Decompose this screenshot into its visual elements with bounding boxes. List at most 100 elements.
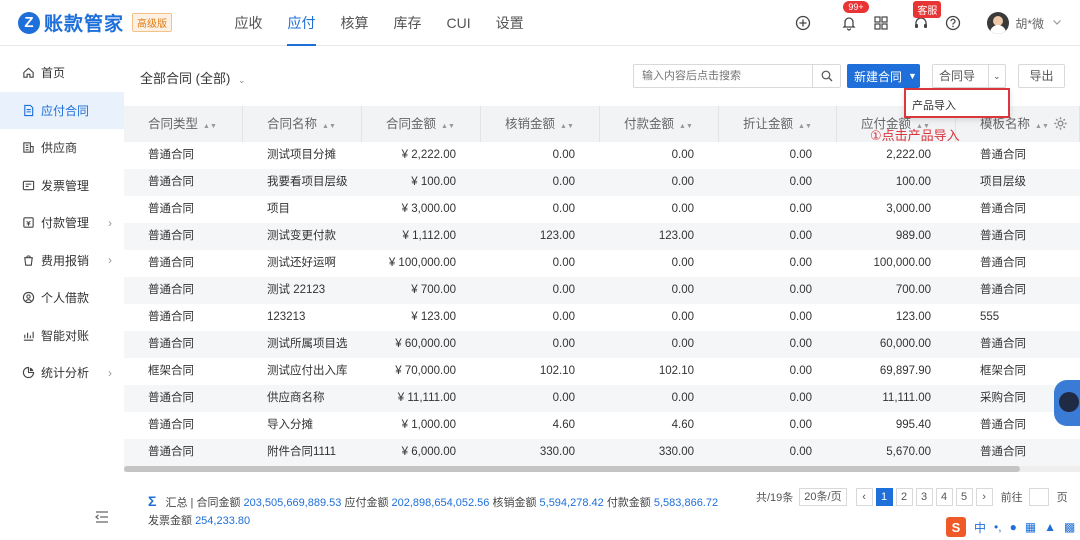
microphone-icon[interactable]: ●: [1010, 520, 1017, 534]
user-avatar[interactable]: [987, 12, 1010, 34]
keyboard-icon[interactable]: ▦: [1025, 520, 1036, 534]
table-cell: 0.00: [671, 311, 694, 323]
new-contract-button[interactable]: 新建合同 ▼: [847, 64, 920, 88]
next-page-button[interactable]: ›: [975, 488, 993, 506]
nav-receivable[interactable]: 应收: [222, 0, 275, 46]
gear-icon[interactable]: [1053, 116, 1068, 134]
help-icon[interactable]: [941, 11, 965, 35]
table-cell[interactable]: 我要看项目层级: [243, 169, 362, 196]
page-5-button[interactable]: 5: [955, 488, 973, 506]
goto-page-input[interactable]: [1028, 488, 1049, 506]
sort-icon[interactable]: ▲▼: [679, 123, 693, 130]
sort-icon[interactable]: ▲▼: [322, 123, 336, 130]
column-header[interactable]: 付款金额 ▲▼: [600, 106, 719, 142]
table-cell[interactable]: 项目: [243, 196, 362, 223]
sidebar-item-payment[interactable]: 付款管理 ›: [0, 204, 124, 242]
sidebar-item-invoice[interactable]: 发票管理: [0, 167, 124, 205]
floating-assistant-widget[interactable]: [1054, 380, 1080, 426]
nav-payable[interactable]: 应付: [275, 0, 328, 46]
table-cell[interactable]: 测试项目分摊: [243, 142, 362, 169]
nav-settings[interactable]: 设置: [483, 0, 536, 46]
table-row[interactable]: 框架合同 测试应付出入库 ¥ 70,000.00 102.10 102.10 0.00 69…: [124, 358, 1080, 385]
table-row[interactable]: 普通合同 测试变更付款 ¥ 1,112.00 123.00 123.00 0.00 989.…: [124, 223, 1080, 250]
table-cell: 0.00: [552, 257, 575, 269]
table-cell[interactable]: 测试 22123: [243, 277, 362, 304]
table-row[interactable]: 普通合同 供应商名称 ¥ 11,111.00 0.00 0.00 0.00 11,111.0…: [124, 385, 1080, 412]
column-header[interactable]: 合同名称 ▲▼: [243, 106, 362, 142]
chart-icon: [22, 367, 35, 379]
table-cell[interactable]: 测试还好运啊: [243, 250, 362, 277]
sort-icon[interactable]: ▲▼: [441, 123, 455, 130]
table-row[interactable]: 普通合同 测试项目分摊 ¥ 2,222.00 0.00 0.00 0.00 2,222.00…: [124, 142, 1080, 169]
table-cell[interactable]: 供应商名称: [243, 385, 362, 412]
table-cell[interactable]: 测试变更付款: [243, 223, 362, 250]
product-import-option[interactable]: 产品导入: [912, 97, 956, 113]
sort-icon[interactable]: ▲▼: [560, 123, 574, 130]
headset-icon[interactable]: 客服: [909, 1, 942, 35]
table-row[interactable]: 普通合同 导入分摊 ¥ 1,000.00 4.60 4.60 0.00 995.40 普通合同: [124, 412, 1080, 439]
add-circle-icon[interactable]: [791, 11, 815, 35]
export-button[interactable]: 导出: [1018, 64, 1065, 88]
sidebar-item-home[interactable]: 首页: [0, 54, 124, 92]
table-row[interactable]: 普通合同 123213 ¥ 123.00 0.00 0.00 0.00 123.00 555: [124, 304, 1080, 331]
table-row[interactable]: 普通合同 测试 22123 ¥ 700.00 0.00 0.00 0.00 700.00 普通…: [124, 277, 1080, 304]
table-row[interactable]: 普通合同 附件合同1111 ¥ 6,000.00 330.00 330.00 0.00 5,…: [124, 439, 1080, 466]
page-4-button[interactable]: 4: [935, 488, 953, 506]
main-content: 全部合同 (全部) ⌄ 新建合同 ▼ 合同导入 ⌄ 导出 产品导入 ①点击产品导…: [124, 46, 1080, 540]
table-row[interactable]: 普通合同 测试还好运啊 ¥ 100,000.00 0.00 0.00 0.00 100,00…: [124, 250, 1080, 277]
ime-language[interactable]: 中: [974, 519, 986, 536]
contract-import-button[interactable]: 合同导入 ⌄: [932, 64, 1006, 105]
bell-icon[interactable]: 99+: [837, 1, 869, 35]
sidebar-item-label: 智能对账: [41, 328, 90, 343]
table-cell[interactable]: 导入分摊: [243, 412, 362, 439]
table-row[interactable]: 普通合同 测试所属项目选 ¥ 60,000.00 0.00 0.00 0.00 60,000…: [124, 331, 1080, 358]
table-cell: 普通合同: [148, 311, 194, 323]
table-row[interactable]: 普通合同 我要看项目层级 ¥ 100.00 0.00 0.00 0.00 100.00 项目层…: [124, 169, 1080, 196]
table-cell[interactable]: 测试所属项目选: [243, 331, 362, 358]
nav-accounting[interactable]: 核算: [328, 0, 381, 46]
page-2-button[interactable]: 2: [895, 488, 913, 506]
sidebar-item-personal-loan[interactable]: 个人借款: [0, 279, 124, 317]
column-header[interactable]: 合同类型 ▲▼: [124, 106, 243, 142]
chevron-down-icon[interactable]: [1052, 16, 1062, 30]
collapse-menu-icon[interactable]: [95, 511, 109, 526]
sidebar-item-expense[interactable]: 费用报销 ›: [0, 242, 124, 280]
apps-icon[interactable]: ▩: [1064, 520, 1075, 534]
table-cell[interactable]: 附件合同1111: [243, 439, 362, 466]
scrollbar-thumb[interactable]: [124, 466, 1020, 472]
grid-apps-icon[interactable]: [869, 11, 893, 35]
page-size-select[interactable]: 20条/页: [799, 488, 847, 506]
contract-filter-dropdown[interactable]: 全部合同 (全部) ⌄: [140, 68, 245, 87]
sort-icon[interactable]: ▲▼: [798, 123, 812, 130]
ime-punctuation-icon[interactable]: •,: [994, 520, 1002, 534]
column-header[interactable]: 合同金额 ▲▼: [362, 106, 481, 142]
column-header[interactable]: 折让金额 ▲▼: [719, 106, 837, 142]
search-button[interactable]: [812, 65, 840, 87]
user-name[interactable]: 胡*微: [1015, 15, 1044, 32]
table-cell[interactable]: 测试应付出入库: [243, 358, 362, 385]
sort-icon[interactable]: ▲▼: [1035, 123, 1049, 130]
skin-icon[interactable]: ▲: [1044, 520, 1056, 534]
table-cell: ¥ 3,000.00: [401, 203, 456, 215]
ime-logo-icon[interactable]: S: [946, 517, 966, 537]
chevron-down-icon[interactable]: ⌄: [989, 71, 1005, 82]
nav-cui[interactable]: CUI: [434, 0, 483, 46]
sidebar-item-statistics[interactable]: 统计分析 ›: [0, 354, 124, 392]
column-header[interactable]: 核销金额 ▲▼: [481, 106, 600, 142]
search-input[interactable]: [634, 70, 812, 82]
horizontal-scrollbar[interactable]: [124, 466, 1080, 472]
column-header-label: 合同类型: [148, 117, 199, 131]
table-cell: ¥ 123.00: [411, 311, 456, 323]
table-row[interactable]: 普通合同 项目 ¥ 3,000.00 0.00 0.00 0.00 3,000.00 普通合同: [124, 196, 1080, 223]
sidebar-item-reconcile[interactable]: 智能对账: [0, 317, 124, 355]
sort-icon[interactable]: ▲▼: [203, 123, 217, 130]
sidebar-item-supplier[interactable]: 供应商: [0, 129, 124, 167]
sidebar-item-payable-contract[interactable]: 应付合同: [0, 91, 124, 129]
table-cell: 0.00: [789, 176, 812, 188]
table-cell[interactable]: 123213: [243, 304, 362, 331]
page-1-button[interactable]: 1: [875, 488, 893, 506]
app-logo[interactable]: Z 账款管家 高级版: [18, 0, 173, 46]
page-3-button[interactable]: 3: [915, 488, 933, 506]
prev-page-button[interactable]: ‹: [855, 488, 873, 506]
nav-inventory[interactable]: 库存: [381, 0, 434, 46]
